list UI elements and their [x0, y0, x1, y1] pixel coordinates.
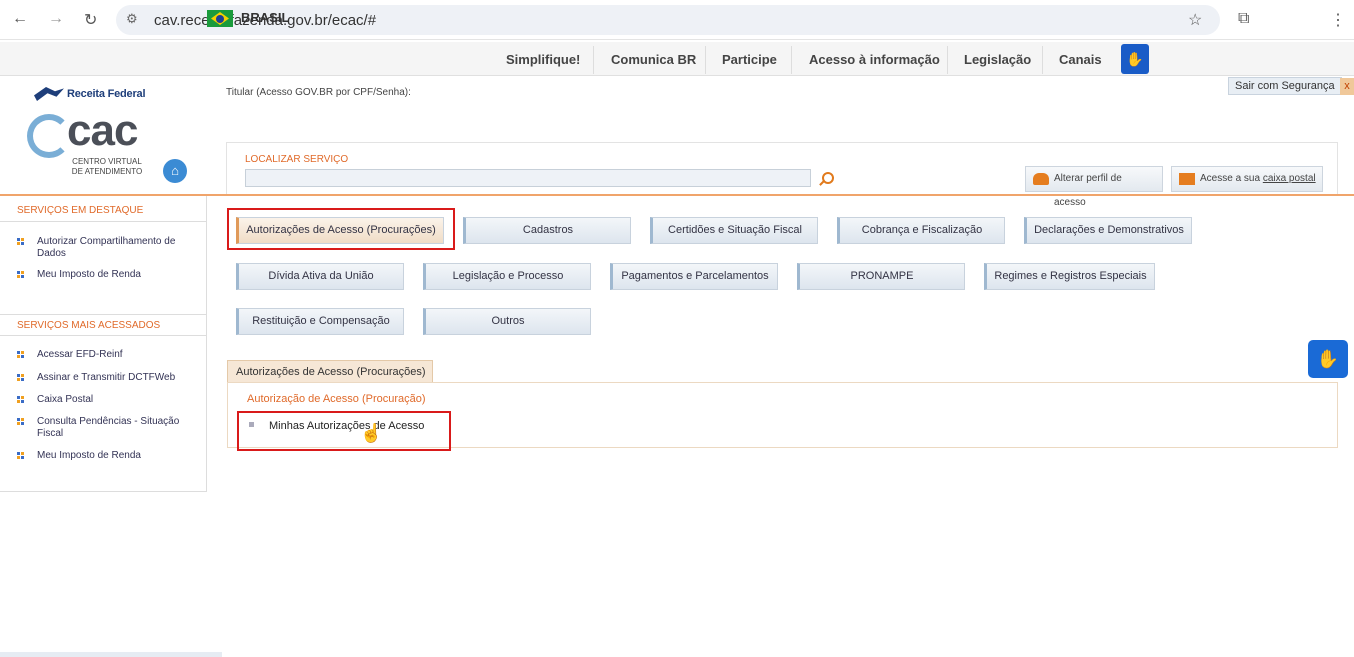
- logout-button[interactable]: Sair com Segurança: [1228, 77, 1342, 95]
- highlight-box-item: [237, 411, 451, 451]
- highlight-box-category: [227, 208, 455, 250]
- extensions-icon[interactable]: ⧉: [1238, 10, 1249, 28]
- category-restituicao[interactable]: Restituição e Compensação: [236, 308, 404, 335]
- browser-menu-icon[interactable]: ⋮: [1330, 10, 1346, 30]
- arrow-left-icon[interactable]: ←: [12, 10, 28, 28]
- ecac-logo[interactable]: cac CENTRO VIRTUAL DE ATENDIMENTO: [27, 106, 147, 184]
- sidebar-acessados-title: SERVIÇOS MAIS ACESSADOS: [0, 314, 206, 336]
- close-icon[interactable]: x: [1340, 78, 1354, 95]
- caixa-postal-button[interactable]: Acesse a sua caixa postal: [1171, 166, 1323, 192]
- category-divida-ativa[interactable]: Dívida Ativa da União: [236, 263, 404, 290]
- sidebar-destaque-title: SERVIÇOS EM DESTAQUE: [0, 200, 206, 222]
- titular-label: Titular (Acesso GOV.BR por CPF/Senha):: [226, 87, 411, 98]
- mail-icon: [1179, 173, 1195, 185]
- alterar-perfil-button[interactable]: Alterar perfil de acesso: [1025, 166, 1163, 208]
- gov-country[interactable]: BRASIL: [241, 10, 289, 25]
- gov-link-acesso-informacao[interactable]: Acesso à informação: [809, 52, 940, 67]
- search-label: LOCALIZAR SERVIÇO: [245, 154, 349, 165]
- gov-link-comunica[interactable]: Comunica BR: [611, 52, 696, 67]
- category-cobranca[interactable]: Cobrança e Fiscalização: [837, 217, 1005, 244]
- sidebar-item-efd-reinf[interactable]: Acessar EFD-Reinf: [17, 349, 192, 361]
- gov-link-legislacao[interactable]: Legislação: [964, 52, 1031, 67]
- search-input[interactable]: [245, 169, 811, 187]
- category-outros[interactable]: Outros: [423, 308, 591, 335]
- bookmark-star-icon[interactable]: ☆: [1188, 10, 1202, 30]
- category-pagamentos[interactable]: Pagamentos e Parcelamentos: [610, 263, 778, 290]
- category-cadastros[interactable]: Cadastros: [463, 217, 631, 244]
- gov-link-participe[interactable]: Participe: [722, 52, 777, 67]
- tab-autorizacoes[interactable]: Autorizações de Acesso (Procurações): [227, 360, 433, 382]
- category-declaracoes[interactable]: Declarações e Demonstrativos: [1024, 217, 1192, 244]
- sidebar-item-caixa-postal[interactable]: Caixa Postal: [17, 394, 192, 406]
- gov-link-canais[interactable]: Canais: [1059, 52, 1102, 67]
- bottom-strip: [0, 652, 222, 657]
- category-pronampe[interactable]: PRONAMPE: [797, 263, 965, 290]
- sidebar-item-dctfweb[interactable]: Assinar e Transmitir DCTFWeb: [17, 372, 192, 384]
- home-icon[interactable]: ⌂: [163, 159, 187, 183]
- arrow-right-icon[interactable]: →: [48, 10, 64, 28]
- gov-link-simplifique[interactable]: Simplifique!: [506, 52, 580, 67]
- receita-federal-logo: Receita Federal: [34, 87, 146, 101]
- sidebar-item-pendencias[interactable]: Consulta Pendências - Situação Fiscal: [17, 416, 192, 440]
- sidebar-item-imposto-renda[interactable]: Meu Imposto de Renda: [17, 269, 192, 281]
- reload-icon[interactable]: ↻: [84, 10, 97, 30]
- site-info-icon[interactable]: ⚙: [126, 11, 138, 27]
- category-regimes[interactable]: Regimes e Registros Especiais: [984, 263, 1155, 290]
- search-icon[interactable]: [822, 172, 834, 184]
- sidebar: SERVIÇOS EM DESTAQUE Autorizar Compartil…: [0, 196, 207, 492]
- category-certidoes[interactable]: Certidões e Situação Fiscal: [650, 217, 818, 244]
- browser-toolbar: ← → ↻ ⚙ cav.receita.fazenda.gov.br/ecac/…: [0, 0, 1354, 40]
- sign-language-float-icon[interactable]: ✋: [1308, 340, 1348, 378]
- category-legislacao[interactable]: Legislação e Processo: [423, 263, 591, 290]
- panel-section-title: Autorização de Acesso (Procuração): [247, 393, 426, 405]
- sidebar-item-imposto-renda-2[interactable]: Meu Imposto de Renda: [17, 450, 192, 462]
- people-icon: [1033, 173, 1049, 185]
- sidebar-item-autorizar-compartilhamento[interactable]: Autorizar Compartilhamento de Dados: [17, 236, 192, 260]
- sign-language-icon[interactable]: ✋: [1121, 44, 1149, 74]
- brazil-flag-icon: [207, 10, 233, 27]
